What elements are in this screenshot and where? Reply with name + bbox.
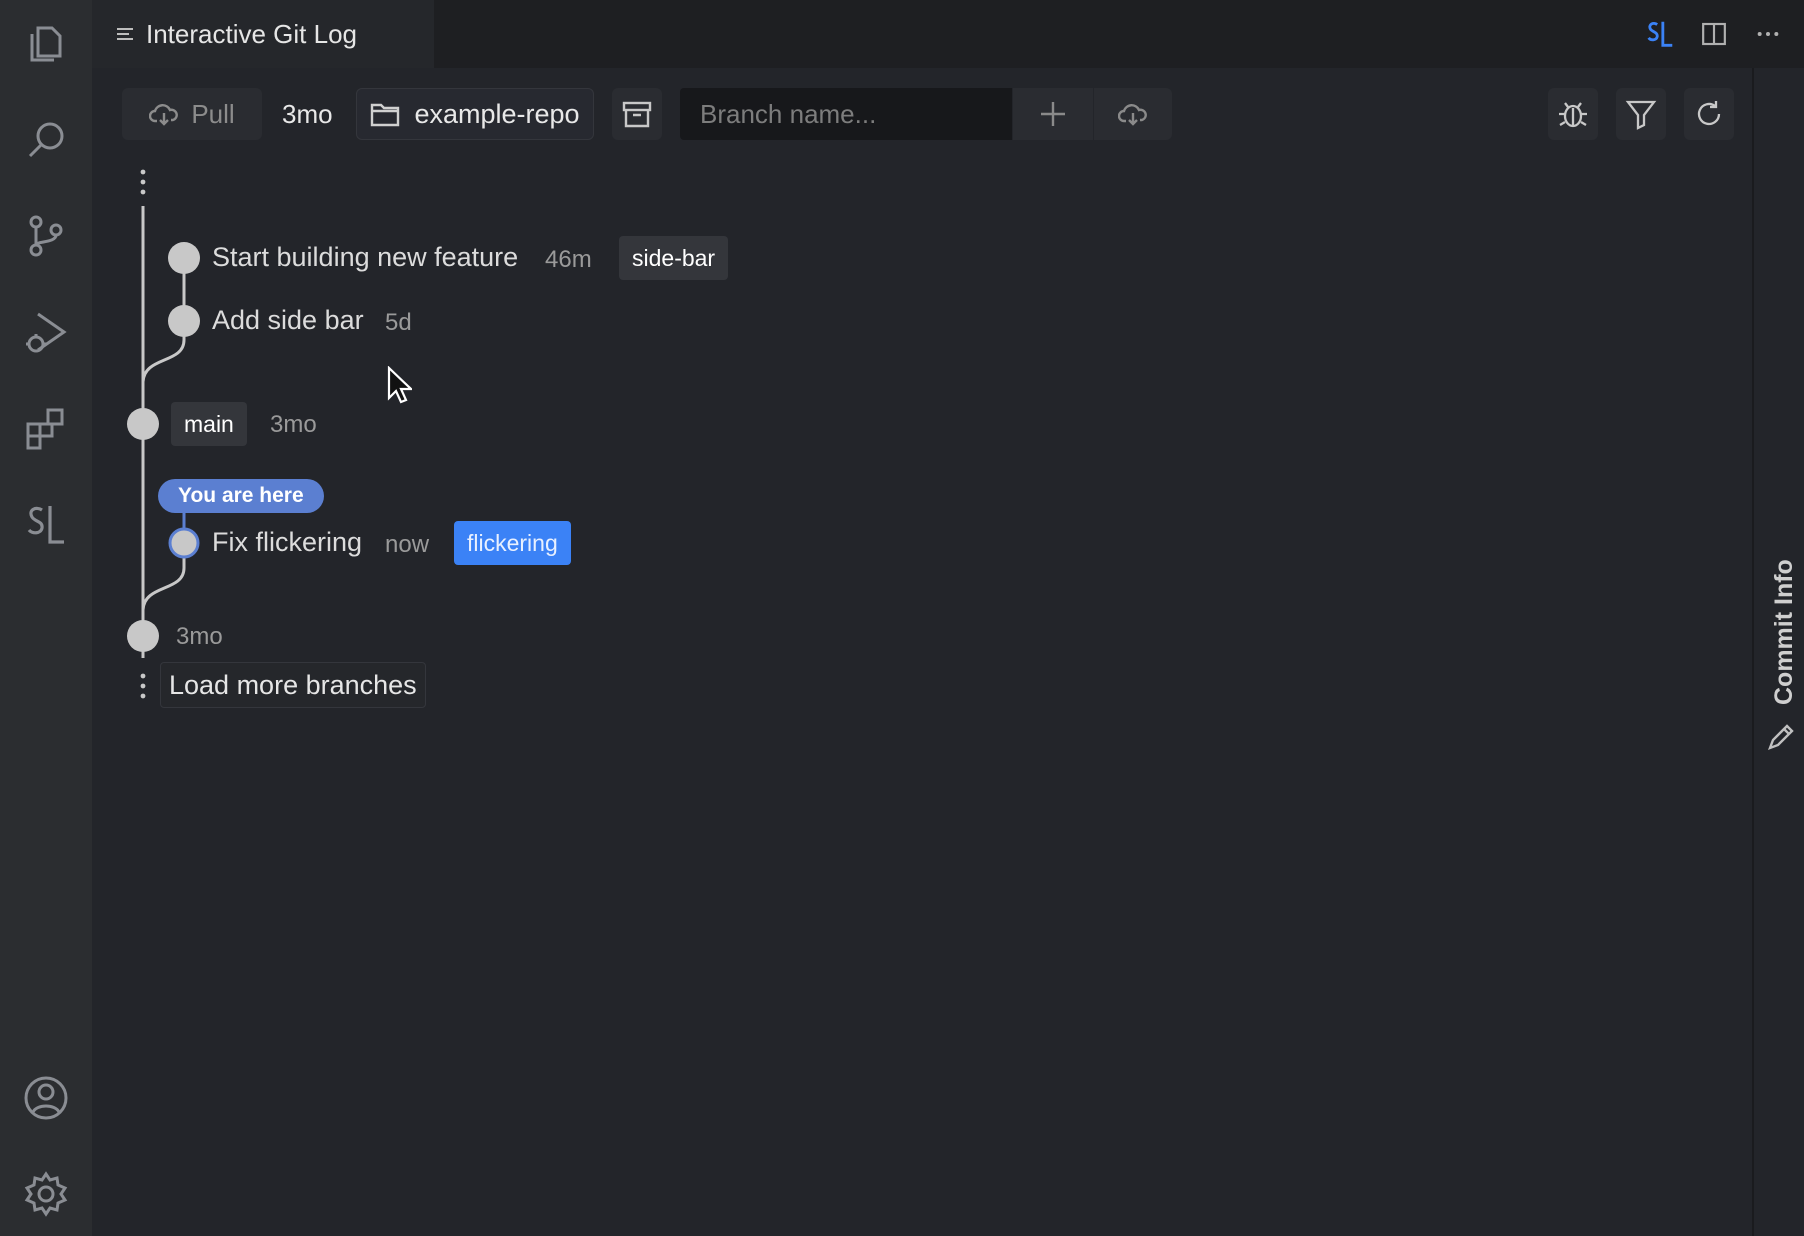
branch-tag-side-bar[interactable]: side-bar bbox=[619, 236, 729, 280]
commit-message[interactable]: Start building new feature bbox=[212, 242, 518, 273]
commit-age: 46m bbox=[545, 246, 592, 273]
commit-message[interactable]: Fix flickering bbox=[212, 527, 362, 558]
commit-age: 3mo bbox=[270, 411, 317, 438]
commit-age: 3mo bbox=[176, 623, 223, 650]
mouse-cursor-icon bbox=[387, 366, 412, 404]
commit-age: 5d bbox=[385, 309, 412, 336]
commit-age: now bbox=[385, 531, 430, 558]
branch-tag-main[interactable]: main bbox=[171, 402, 247, 446]
commit-message[interactable]: Add side bar bbox=[212, 305, 364, 336]
load-more-branches-button[interactable]: Load more branches bbox=[160, 662, 426, 708]
you-are-here-badge: You are here bbox=[158, 479, 324, 513]
commit-graph bbox=[127, 169, 200, 699]
branch-tag-flickering[interactable]: flickering bbox=[454, 521, 571, 565]
